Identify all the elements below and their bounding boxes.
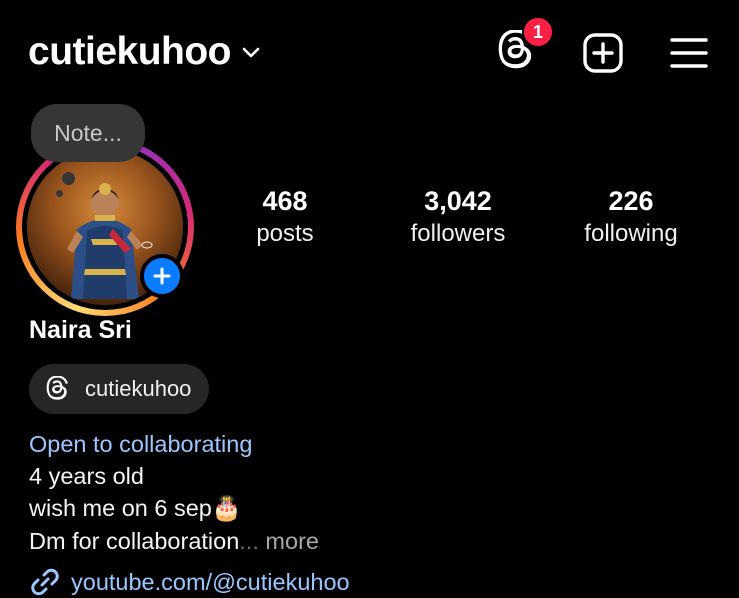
plus-square-icon bbox=[583, 33, 623, 73]
bio-line-text: Dm for collaboration bbox=[29, 528, 240, 554]
plus-icon bbox=[153, 267, 171, 285]
display-name: Naira Sri bbox=[29, 316, 132, 344]
bio: Open to collaborating 4 years old wish m… bbox=[29, 428, 319, 557]
menu-button[interactable] bbox=[670, 36, 708, 70]
more-button[interactable]: more bbox=[265, 528, 319, 554]
username: cutiekuhoo bbox=[28, 30, 232, 73]
add-story-button[interactable] bbox=[140, 254, 184, 298]
note-bubble-tail bbox=[62, 172, 75, 185]
posts-count: 468 bbox=[262, 186, 308, 216]
followers-label: followers bbox=[410, 220, 506, 247]
cake-emoji-icon: 🎂 bbox=[211, 495, 242, 522]
threads-icon bbox=[46, 376, 68, 400]
external-link[interactable]: youtube.com/@cutiekuhoo bbox=[29, 566, 350, 598]
account-switcher[interactable]: cutiekuhoo bbox=[28, 30, 261, 74]
posts-label: posts bbox=[256, 220, 314, 247]
bio-line: 4 years old bbox=[29, 463, 144, 489]
link-url: youtube.com/@cutiekuhoo bbox=[71, 568, 350, 595]
threads-button[interactable]: 1 bbox=[496, 16, 554, 76]
category-label[interactable]: Open to collaborating bbox=[29, 428, 319, 460]
threads-handle: cutiekuhoo bbox=[85, 376, 192, 401]
bio-line: wish me on 6 sep🎂 bbox=[29, 492, 319, 525]
followers-stat[interactable]: 3,042 followers bbox=[392, 184, 524, 250]
threads-profile-link[interactable]: cutiekuhoo bbox=[29, 364, 210, 414]
note-bubble-tail-small bbox=[56, 190, 63, 197]
posts-stat[interactable]: 468 posts bbox=[235, 184, 335, 250]
chevron-down-icon bbox=[242, 47, 260, 58]
note-bubble[interactable]: Note... bbox=[31, 104, 145, 162]
following-stat[interactable]: 226 following bbox=[570, 184, 692, 250]
following-label: following bbox=[584, 220, 678, 247]
following-count: 226 bbox=[608, 186, 654, 216]
profile-page: cutiekuhoo 1 Note... 468 posts 3,042 fol… bbox=[0, 0, 739, 598]
link-icon bbox=[31, 568, 59, 596]
create-button[interactable] bbox=[582, 32, 624, 74]
bio-line: Dm for collaboration... more bbox=[29, 525, 319, 557]
notification-badge: 1 bbox=[522, 16, 554, 48]
bio-line-text: wish me on 6 sep bbox=[29, 495, 212, 521]
bio-ellipsis: ... bbox=[239, 528, 259, 554]
hamburger-menu-icon bbox=[670, 38, 708, 68]
followers-count: 3,042 bbox=[424, 186, 492, 216]
